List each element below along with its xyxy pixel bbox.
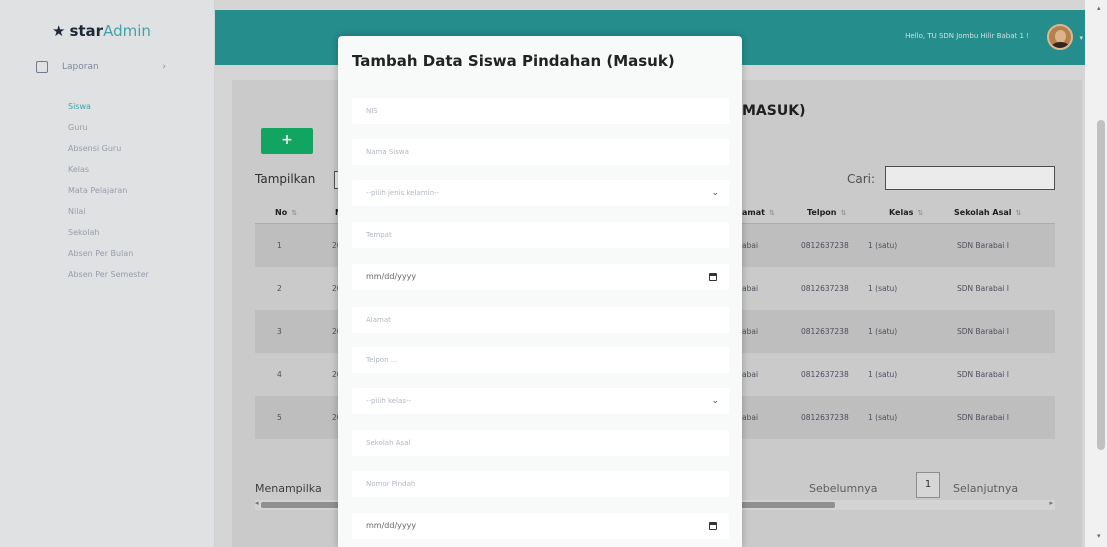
modal-title: Tambah Data Siswa Pindahan (Masuk) (352, 52, 675, 70)
transfer-date-value: mm/dd/yyyy (366, 521, 417, 530)
scrollbar-thumb[interactable] (1097, 120, 1105, 450)
calendar-icon[interactable] (709, 273, 717, 281)
gender-select-value: --pilih jenis kelamin-- (366, 189, 440, 197)
page-vertical-scrollbar[interactable]: ▴ ▾ (1085, 0, 1107, 547)
transfer-number-input[interactable]: Nomor Pindah (352, 471, 729, 497)
transfer-date-input[interactable]: mm/dd/yyyy (352, 513, 729, 539)
calendar-icon[interactable] (709, 522, 717, 530)
nis-input[interactable]: NIS (352, 98, 729, 124)
birthdate-value: mm/dd/yyyy (366, 272, 417, 281)
origin-school-input[interactable]: Sekolah Asal (352, 430, 729, 456)
scroll-down-arrow-icon[interactable]: ▾ (1097, 532, 1101, 540)
add-transfer-student-modal: Tambah Data Siswa Pindahan (Masuk) NIS N… (338, 36, 742, 547)
gender-select[interactable]: --pilih jenis kelamin-- ⌄ (352, 180, 729, 206)
birthdate-input[interactable]: mm/dd/yyyy (352, 264, 729, 290)
phone-input[interactable]: Telpon ... (352, 347, 729, 373)
chevron-down-icon: ⌄ (711, 188, 719, 198)
address-input[interactable]: Alamat (352, 307, 729, 333)
class-select-value: --pilih kelas-- (366, 397, 412, 405)
chevron-down-icon: ⌄ (711, 396, 719, 406)
scroll-up-arrow-icon[interactable]: ▴ (1097, 4, 1101, 12)
class-select[interactable]: --pilih kelas-- ⌄ (352, 388, 729, 414)
student-name-input[interactable]: Nama Siswa (352, 139, 729, 165)
birthplace-input[interactable]: Tempat (352, 222, 729, 248)
